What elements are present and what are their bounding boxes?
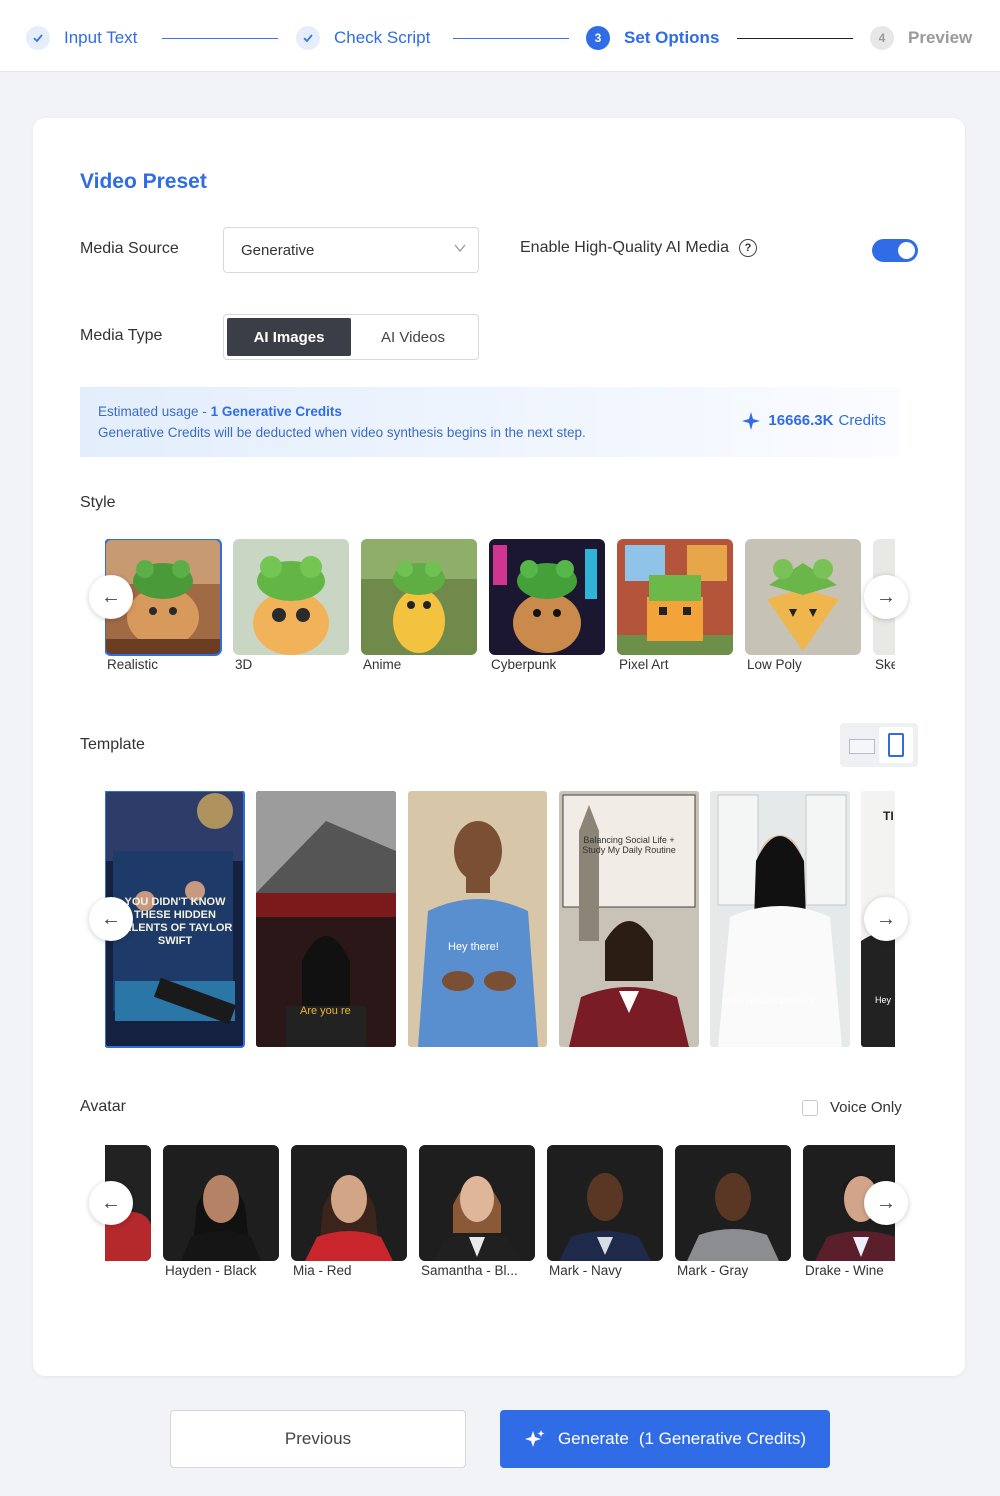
style-prev-arrow-icon[interactable]: ← [89, 575, 133, 619]
generate-button[interactable]: Generate (1 Generative Credits) [500, 1410, 830, 1468]
high-quality-toggle[interactable] [872, 239, 918, 262]
style-next-arrow-icon[interactable]: → [864, 575, 908, 619]
generate-credits: (1 Generative Credits) [638, 1429, 807, 1448]
section-title: Video Preset [80, 170, 207, 193]
style-thumbnail [361, 539, 477, 655]
checkbox-box [802, 1099, 818, 1116]
step-connector [737, 38, 853, 39]
template-thumbnail [559, 791, 699, 1047]
avatar-name: Drake - Wine [805, 1263, 884, 1278]
high-quality-option: Enable High-Quality AI Media ? [520, 239, 757, 257]
template-caption: Hey [875, 995, 892, 1005]
usage-prefix: Estimated usage - [98, 404, 211, 419]
credits-unit: Credits [838, 412, 886, 429]
style-thumbnail [489, 539, 605, 655]
step-label: Check Script [334, 28, 431, 47]
progress-stepper: Input Text Check Script 3 Set Options 4 … [0, 0, 1000, 72]
avatar-thumbnail [675, 1145, 791, 1261]
step-label: Preview [908, 28, 973, 47]
step-set-options[interactable]: 3 Set Options [586, 24, 719, 52]
style-carousel: Realistic 3D Anime Cyberpunk Pixel Art L… [105, 539, 895, 679]
template-caption: YOU DIDN'T KNOW THESE HIDDEN TALENTS OF … [117, 896, 233, 947]
orientation-toggle [840, 723, 918, 767]
avatar-name: Samantha - Bl... [421, 1263, 518, 1278]
template-caption: Are you re [300, 1005, 351, 1017]
step-connector [453, 38, 569, 39]
template-carousel: YOU DIDN'T KNOW THESE HIDDEN TALENTS OF … [105, 791, 895, 1048]
help-icon[interactable]: ? [739, 239, 757, 257]
template-caption: Hey there! [448, 941, 499, 953]
media-type-segmented-control: AI Images AI Videos [223, 314, 479, 360]
portrait-icon [888, 733, 904, 757]
media-type-label: Media Type [80, 327, 163, 344]
credits-balance: 16666.3K Credits [741, 410, 886, 431]
media-type-ai-images[interactable]: AI Images [227, 318, 351, 356]
avatar-thumbnail [419, 1145, 535, 1261]
template-label: Template [80, 736, 145, 753]
step-number: 3 [586, 26, 610, 50]
style-name: Realistic [107, 657, 159, 672]
style-name: Sketch [875, 657, 895, 672]
step-check-script[interactable]: Check Script [296, 24, 430, 52]
template-thumbnail [408, 791, 547, 1047]
usage-credits: 1 Generative Credits [210, 404, 342, 419]
avatar-carousel: Hayden - Black Mia - Red Samantha - Bl..… [105, 1145, 895, 1285]
style-name: Cyberpunk [491, 657, 557, 672]
toggle-knob [898, 242, 915, 259]
voice-only-checkbox[interactable]: Voice Only [802, 1099, 902, 1116]
style-thumbnail [745, 539, 861, 655]
checkmark-icon [26, 26, 50, 50]
style-thumbnail [233, 539, 349, 655]
style-name: Pixel Art [619, 657, 669, 672]
style-name: Low Poly [747, 657, 802, 672]
style-name: Anime [363, 657, 402, 672]
template-caption: International delivery [722, 996, 815, 1007]
step-label: Input Text [64, 28, 138, 47]
landscape-icon[interactable] [849, 739, 875, 754]
previous-button[interactable]: Previous [170, 1410, 466, 1468]
avatar-prev-arrow-icon[interactable]: ← [89, 1181, 133, 1225]
step-label: Set Options [624, 28, 720, 47]
template-next-arrow-icon[interactable]: → [864, 897, 908, 941]
avatar-name: Mia - Red [293, 1263, 352, 1278]
avatar-name: Mark - Navy [549, 1263, 622, 1278]
generate-label: Generate [557, 1429, 629, 1448]
media-type-ai-videos[interactable]: AI Videos [351, 318, 475, 356]
media-source-value: Generative [241, 241, 315, 259]
usage-notice: Estimated usage - 1 Generative Credits G… [80, 387, 900, 457]
high-quality-label: Enable High-Quality AI Media [520, 239, 729, 256]
media-source-label: Media Source [80, 240, 179, 257]
credits-value: 16666.3K [768, 412, 834, 429]
step-number: 4 [870, 26, 894, 50]
chevron-down-icon [454, 244, 466, 253]
avatar-name: Hayden - Black [165, 1263, 257, 1278]
template-thumbnail [710, 791, 850, 1047]
avatar-next-arrow-icon[interactable]: → [864, 1181, 908, 1225]
checkmark-icon [296, 26, 320, 50]
avatar-label: Avatar [80, 1098, 126, 1115]
avatar-thumbnail [163, 1145, 279, 1261]
sparkle-icon [524, 1430, 545, 1447]
avatar-name: Mark - Gray [677, 1263, 749, 1278]
step-input-text[interactable]: Input Text [26, 24, 137, 52]
avatar-thumbnail [291, 1145, 407, 1261]
media-source-select[interactable]: Generative [223, 227, 479, 273]
template-caption: Balancing Social Life + Study My Daily R… [582, 835, 676, 855]
portrait-option[interactable] [879, 727, 913, 763]
step-connector [162, 38, 278, 39]
avatar-thumbnail [547, 1145, 663, 1261]
style-name: 3D [235, 657, 253, 672]
template-prev-arrow-icon[interactable]: ← [89, 897, 133, 941]
style-label: Style [80, 494, 116, 511]
template-caption: TI [883, 809, 894, 823]
style-thumbnail [617, 539, 733, 655]
video-preset-card: Video Preset Media Source Generative Ena… [33, 118, 965, 1376]
step-preview[interactable]: 4 Preview [870, 24, 972, 52]
voice-only-label: Voice Only [830, 1099, 902, 1116]
sparkle-icon [742, 411, 761, 430]
